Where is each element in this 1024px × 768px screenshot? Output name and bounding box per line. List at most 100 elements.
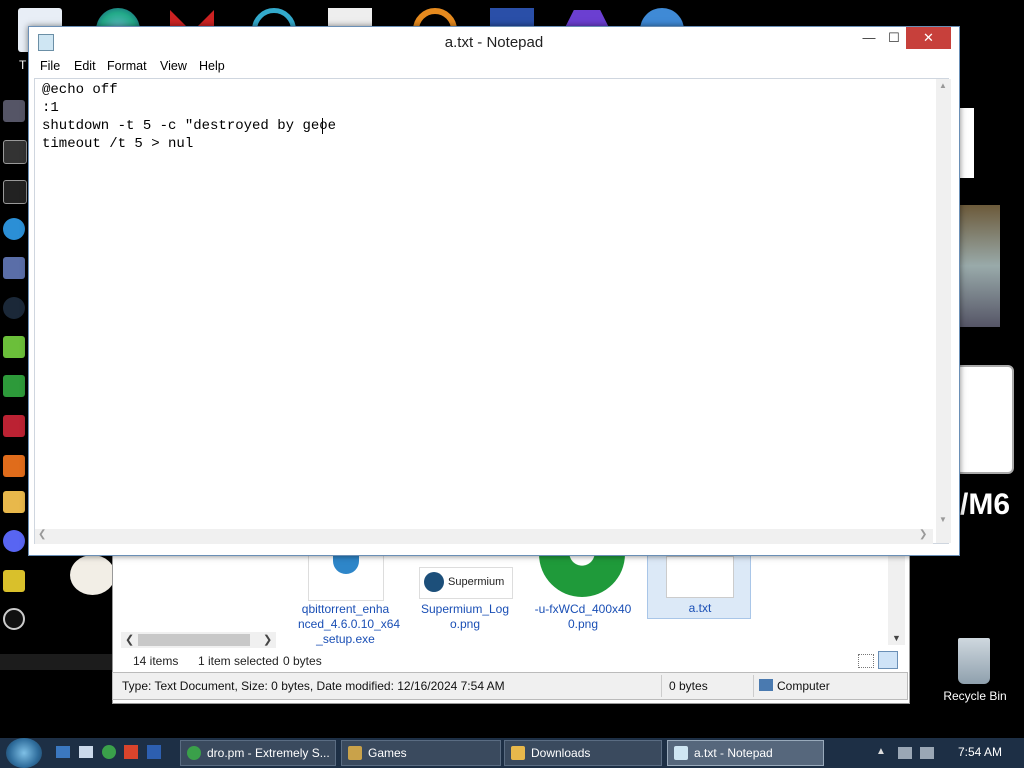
ubisoft-icon[interactable] <box>3 608 25 630</box>
notepad-icon <box>674 746 688 760</box>
discord-icon[interactable] <box>3 530 25 552</box>
wallpaper-doll <box>70 555 115 595</box>
folder-icon[interactable] <box>3 491 25 513</box>
scroll-up-icon[interactable]: ▲ <box>939 81 947 90</box>
computer-icon <box>759 679 773 691</box>
scroll-left-icon[interactable]: ❮ <box>38 529 46 540</box>
taskbar-item-notepad[interactable]: a.txt - Notepad <box>667 740 824 766</box>
text-line: @echo off <box>42 82 118 98</box>
pc-app-icon[interactable] <box>3 140 27 164</box>
status-location: Computer <box>777 679 830 693</box>
installer-thumbnail <box>308 553 384 601</box>
recycle-icon[interactable] <box>3 100 25 122</box>
explorer-hscroll[interactable]: ❮ ❯ <box>121 632 276 648</box>
taskbar-item-label: dro.pm - Extremely S... <box>207 746 330 760</box>
taskbar-item-games[interactable]: Games <box>341 740 501 766</box>
large-icons-view-icon[interactable] <box>878 651 898 669</box>
horizontal-scrollbar[interactable]: ❮ ❯ <box>35 529 933 544</box>
show-desktop-icon[interactable] <box>56 746 70 758</box>
taskbar-item-dro-pm[interactable]: dro.pm - Extremely S... <box>180 740 336 766</box>
status-divider <box>661 675 662 697</box>
volume-muted-icon[interactable] <box>920 747 934 759</box>
text-file-thumbnail <box>666 556 734 598</box>
file-label-line: a.txt <box>688 601 712 615</box>
clock[interactable]: 7:54 AM <box>958 745 1002 759</box>
virtualbox-icon[interactable] <box>3 257 25 279</box>
menu-format[interactable]: Format <box>107 59 147 73</box>
file-u-fxwcd[interactable]: -u-fxWCd_400x40 0.png <box>533 553 633 631</box>
scroll-left-icon[interactable]: ❮ <box>125 633 134 646</box>
window-title: a.txt - Notepad <box>444 34 544 51</box>
hscroll-thumb[interactable] <box>138 634 250 646</box>
folder-icon <box>511 746 525 760</box>
games-icon <box>348 746 362 760</box>
close-button[interactable]: ✕ <box>906 27 951 49</box>
logitech-icon[interactable] <box>3 180 27 204</box>
tray-expand-icon[interactable]: ▲ <box>876 746 886 757</box>
text-line: :1 <box>42 100 59 116</box>
menu-edit[interactable]: Edit <box>74 59 96 73</box>
wallpaper-sticker <box>955 365 1014 474</box>
text-line: shutdown -t 5 -c "destroyed by geoe <box>42 118 337 134</box>
steam-icon[interactable] <box>3 297 25 319</box>
supermium-logo-icon <box>424 572 444 592</box>
explorer-vscroll[interactable] <box>888 553 905 645</box>
recycle-bin-label[interactable]: Recycle Bin <box>940 689 1010 703</box>
file-supermium-logo[interactable]: Supermium Supermium_Log o.png <box>415 553 515 631</box>
taskbar-item-downloads[interactable]: Downloads <box>504 740 662 766</box>
explorer-quicklaunch-icon[interactable] <box>79 746 93 758</box>
desktop-label-t: T <box>19 58 27 72</box>
status-divider <box>753 675 754 697</box>
menu-bar: File Edit Format View Help <box>34 57 954 77</box>
selection-count: 1 item selected <box>198 654 279 668</box>
file-a-txt[interactable]: a.txt <box>647 553 751 619</box>
scroll-down-icon[interactable]: ▼ <box>939 515 947 524</box>
game-icon-orange[interactable] <box>3 455 25 477</box>
window-quicklaunch-icon[interactable] <box>147 745 161 759</box>
file-label-line: Supermium_Log <box>420 602 510 616</box>
text-line: timeout /t 5 > nul <box>42 136 194 152</box>
browser-icon <box>187 746 201 760</box>
scroll-right-icon[interactable]: ❯ <box>919 529 927 540</box>
file-label-line: _setup.exe <box>316 632 375 646</box>
bluestacks-icon[interactable] <box>3 336 25 358</box>
item-count: 14 items <box>133 654 179 668</box>
nested-taskbar <box>0 654 112 670</box>
geometry-dash-icon[interactable] <box>3 570 25 592</box>
game-launcher-icon[interactable] <box>3 375 25 397</box>
file-qbittorrent[interactable]: qbittorrent_enha nced_4.6.0.10_x64 _setu… <box>298 553 401 646</box>
file-label-line: nced_4.6.0.10_x64 <box>298 617 401 631</box>
menu-file[interactable]: File <box>40 59 60 73</box>
installer-globe-icon <box>333 554 359 574</box>
start-button[interactable] <box>6 738 42 768</box>
notepad-window: a.txt - Notepad — ☐ ✕ File Edit Format V… <box>28 26 960 556</box>
edge-icon[interactable] <box>3 218 25 240</box>
scroll-right-icon[interactable]: ❯ <box>263 633 272 646</box>
file-label-line: 0.png <box>567 617 599 631</box>
network-icon[interactable] <box>898 747 912 759</box>
menu-help[interactable]: Help <box>199 59 225 73</box>
details-view-icon[interactable] <box>858 654 874 668</box>
status-size: 0 bytes <box>669 679 708 693</box>
selection-size: 0 bytes <box>283 654 322 668</box>
text-editor[interactable]: @echo off :1 shutdown -t 5 -c "destroyed… <box>34 78 949 544</box>
wallpaper-paper-panel <box>958 108 974 178</box>
taskbar-item-label: a.txt - Notepad <box>694 746 773 760</box>
menu-view[interactable]: View <box>160 59 187 73</box>
title-bar[interactable]: a.txt - Notepad — ☐ ✕ <box>29 27 959 57</box>
app-icon-red[interactable] <box>3 415 25 437</box>
recycle-bin-icon[interactable] <box>958 638 990 684</box>
wallpaper-photo <box>958 205 1000 327</box>
fox-quicklaunch-icon[interactable] <box>124 745 138 759</box>
scroll-down-icon[interactable]: ▼ <box>892 633 901 643</box>
maximize-button[interactable]: ☐ <box>879 27 909 49</box>
chrome-quicklaunch-icon[interactable] <box>102 745 116 759</box>
file-label-line: qbittorrent_enha <box>301 602 390 616</box>
file-label-line: o.png <box>449 617 481 631</box>
taskbar-item-label: Downloads <box>531 746 591 760</box>
taskbar: dro.pm - Extremely S... Games Downloads … <box>0 738 1024 768</box>
supermium-thumbnail: Supermium <box>419 567 513 599</box>
text-caret <box>322 118 323 134</box>
supermium-logo-text: Supermium <box>448 576 505 588</box>
vertical-scrollbar[interactable]: ▲ ▼ <box>936 79 951 543</box>
